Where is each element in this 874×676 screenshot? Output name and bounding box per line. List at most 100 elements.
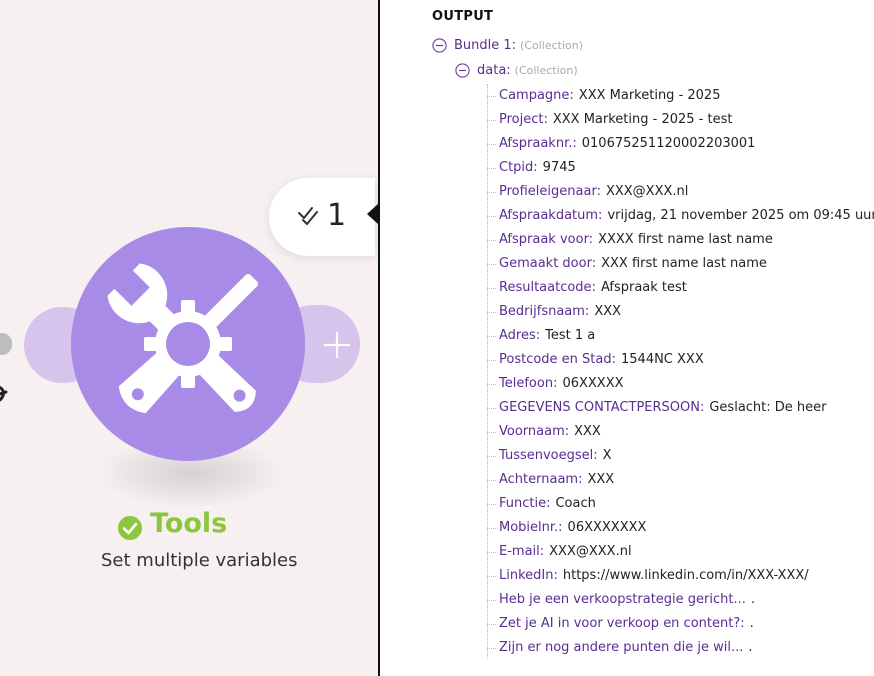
tree-connector: [487, 624, 496, 625]
tree-connector: [487, 576, 496, 577]
collapse-icon[interactable]: [432, 38, 447, 53]
output-item-text: Bedrijfsnaam: XXX: [499, 302, 621, 322]
output-item-value: 1544NC XXX: [621, 352, 704, 367]
collapse-icon[interactable]: [455, 63, 470, 78]
tree-connector: [487, 216, 496, 217]
app-root: 1 Tools Set multiple variables OUTPUT Bu…: [0, 0, 874, 676]
output-item-text: Ctpid: 9745: [499, 158, 576, 178]
output-item-key: Heb je een verkoopstrategie gericht...: [499, 592, 746, 607]
operations-bubble[interactable]: 1: [269, 178, 375, 256]
output-item-key: Mobielnr.:: [499, 520, 563, 535]
tree-connector: [487, 144, 496, 145]
scenario-canvas[interactable]: 1 Tools Set multiple variables: [0, 0, 378, 676]
output-item-value: .: [748, 640, 753, 655]
previous-module-icon: [0, 385, 8, 402]
output-item-text: Profieleigenaar: XXX@XXX.nl: [499, 182, 688, 202]
output-item-text: GEGEVENS CONTACTPERSOON: Geslacht: De hee…: [499, 398, 827, 418]
success-check-icon: [118, 516, 142, 540]
output-item-value: 06XXXXX: [562, 376, 624, 391]
output-item-value: 9745: [542, 160, 576, 175]
bundle-type: (Collection): [520, 39, 584, 52]
plus-icon[interactable]: [322, 330, 352, 360]
tree-connector: [487, 528, 496, 529]
output-item-key: Telefoon:: [499, 376, 558, 391]
output-item-text: Gemaakt door: XXX first name last name: [499, 254, 767, 274]
output-item-key: Ctpid:: [499, 160, 538, 175]
output-item-key: Afspraaknr.:: [499, 136, 577, 151]
output-item-key: Adres:: [499, 328, 541, 343]
output-item-key: Zijn er nog andere punten die je wil...: [499, 640, 744, 655]
tree-connector: [487, 240, 496, 241]
output-item-key: Postcode en Stad:: [499, 352, 616, 367]
output-item-value: 06XXXXXXX: [567, 520, 647, 535]
tree-connector: [487, 408, 496, 409]
output-item-text: Telefoon: 06XXXXX: [499, 374, 624, 394]
tree-connector: [487, 600, 496, 601]
output-item-text: Campagne: XXX Marketing - 2025: [499, 86, 720, 106]
output-item-key: Profieleigenaar:: [499, 184, 601, 199]
tree-connector: [487, 480, 496, 481]
output-item-value: .: [750, 592, 756, 607]
output-item-key: Bedrijfsnaam:: [499, 304, 590, 319]
output-item-text: Heb je een verkoopstrategie gericht....: [499, 590, 755, 610]
tree-connector: [487, 288, 496, 289]
output-item-text: Adres: Test 1 a: [499, 326, 595, 346]
output-item-value: Coach: [555, 496, 596, 511]
output-item-value: .: [749, 616, 754, 631]
tree-connector: [487, 312, 496, 313]
tree-connector: [487, 504, 496, 505]
output-item-text: Afspraakdatum: vrijdag, 21 november 2025 …: [499, 206, 874, 226]
output-item-key: Campagne:: [499, 88, 574, 103]
output-item-key: Tussenvoegsel:: [499, 448, 598, 463]
wrench-screwdriver-icon: [107, 263, 259, 414]
output-item-text: Zet je AI in voor verkoop en content?:.: [499, 614, 754, 634]
output-item-value: 01067525112000220300​1: [581, 136, 756, 151]
output-item-text: Achternaam: XXX: [499, 470, 614, 490]
output-item-text: Mobielnr.: 06XXXXXXX: [499, 518, 646, 538]
output-item-text: Afspraak voor: XXXX first name last name: [499, 230, 773, 250]
data-key: data:: [477, 63, 511, 78]
tree-connector: [487, 120, 496, 121]
output-item-key: Achternaam:: [499, 472, 583, 487]
output-item-key: Afspraakdatum:: [499, 208, 603, 223]
module-subtitle: Set multiple variables: [101, 550, 298, 571]
tree-connector: [487, 360, 496, 361]
output-item-value: XXX first name last name: [601, 256, 767, 271]
output-item-key: E-mail:: [499, 544, 545, 559]
tree-connector: [487, 648, 496, 649]
output-item-value: XXX@XXX.nl: [605, 184, 689, 199]
output-item-text: Tussenvoegsel: X: [499, 446, 612, 466]
previous-module-handle[interactable]: [0, 333, 12, 355]
output-item-value: XXX: [587, 472, 615, 487]
output-item-text: Functie: Coach: [499, 494, 596, 514]
tools-module[interactable]: [71, 227, 305, 461]
output-item-text: Afspraaknr.: 01067525112000220300​1: [499, 134, 755, 154]
output-item-text: Postcode en Stad: 1544NC XXX: [499, 350, 704, 370]
output-item-key: Gemaakt door:: [499, 256, 597, 271]
tree-guide: [487, 84, 488, 658]
output-item-text: LinkedIn: https://www.linkedin.com/in/XXX…: [499, 566, 809, 586]
output-item-text: Project: XXX Marketing - 2025 - test: [499, 110, 732, 130]
output-item-value: Geslacht: De heer: [709, 400, 827, 415]
output-item-value: XXX Marketing - 2025 - test: [552, 112, 733, 127]
tree-connector: [487, 336, 496, 337]
output-item-key: LinkedIn:: [499, 568, 558, 583]
output-item-value: Test 1 a: [545, 328, 596, 343]
bundle-key: Bundle 1:: [454, 38, 517, 53]
output-item-value: XXX: [594, 304, 622, 319]
output-item-value: XXX: [574, 424, 601, 439]
output-title: OUTPUT: [432, 9, 494, 24]
output-item-text: Zijn er nog andere punten die je wil....: [499, 638, 753, 658]
tree-connector: [487, 456, 496, 457]
output-item-value: XXX Marketing - 2025: [578, 88, 721, 103]
output-item-value: vrijdag, 21 november 2025 om 09:45 uur: [607, 208, 874, 223]
tree-connector: [487, 192, 496, 193]
output-item-text: Resultaatcode: Afspraak test: [499, 278, 687, 298]
tree-connector: [487, 552, 496, 553]
tree-connector: [487, 264, 496, 265]
output-item-key: Afspraak voor:: [499, 232, 594, 247]
output-item-value: XXXX first name last name: [598, 232, 773, 247]
output-item-value: XXX@XXX.nl: [549, 544, 632, 559]
tree-connector: [487, 96, 496, 97]
output-item-text: E-mail: XXX@XXX.nl: [499, 542, 632, 562]
